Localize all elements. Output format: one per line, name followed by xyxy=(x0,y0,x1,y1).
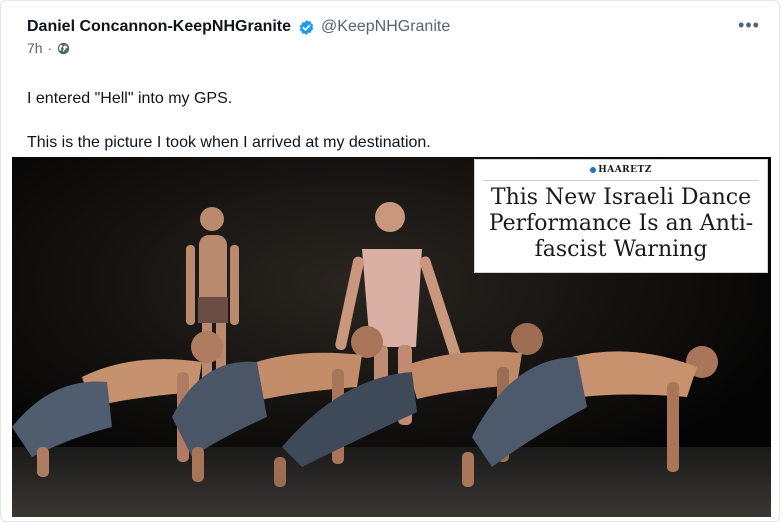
news-source: HAARETZ xyxy=(475,165,767,175)
verified-badge-icon xyxy=(298,19,315,36)
post-text: I entered "Hell" into my GPS. This is th… xyxy=(27,87,759,155)
author-name[interactable]: Daniel Concannon-KeepNHGranite xyxy=(27,18,291,36)
post-text-line: I entered "Hell" into my GPS. xyxy=(27,90,233,107)
post-meta: 7h · xyxy=(27,40,759,56)
post-timestamp[interactable]: 7h xyxy=(27,40,43,56)
post-card: Daniel Concannon-KeepNHGranite @KeepNHGr… xyxy=(0,0,780,522)
more-options-icon[interactable]: ••• xyxy=(737,13,761,37)
news-headline: This New Israeli Dance Performance Is an… xyxy=(488,185,754,262)
post-text-line: This is the picture I took when I arrive… xyxy=(27,134,431,151)
post-header: Daniel Concannon-KeepNHGranite @KeepNHGr… xyxy=(27,15,759,56)
post-image[interactable]: HAARETZ This New Israeli Dance Performan… xyxy=(12,157,771,517)
source-logo-icon xyxy=(590,166,597,173)
author-row: Daniel Concannon-KeepNHGranite @KeepNHGr… xyxy=(27,15,759,39)
author-handle[interactable]: @KeepNHGranite xyxy=(321,18,450,36)
divider xyxy=(483,180,759,181)
news-source-name: HAARETZ xyxy=(598,165,652,175)
meta-separator: · xyxy=(47,40,53,56)
news-headline-card: HAARETZ This New Israeli Dance Performan… xyxy=(474,159,768,273)
globe-icon xyxy=(57,42,70,55)
